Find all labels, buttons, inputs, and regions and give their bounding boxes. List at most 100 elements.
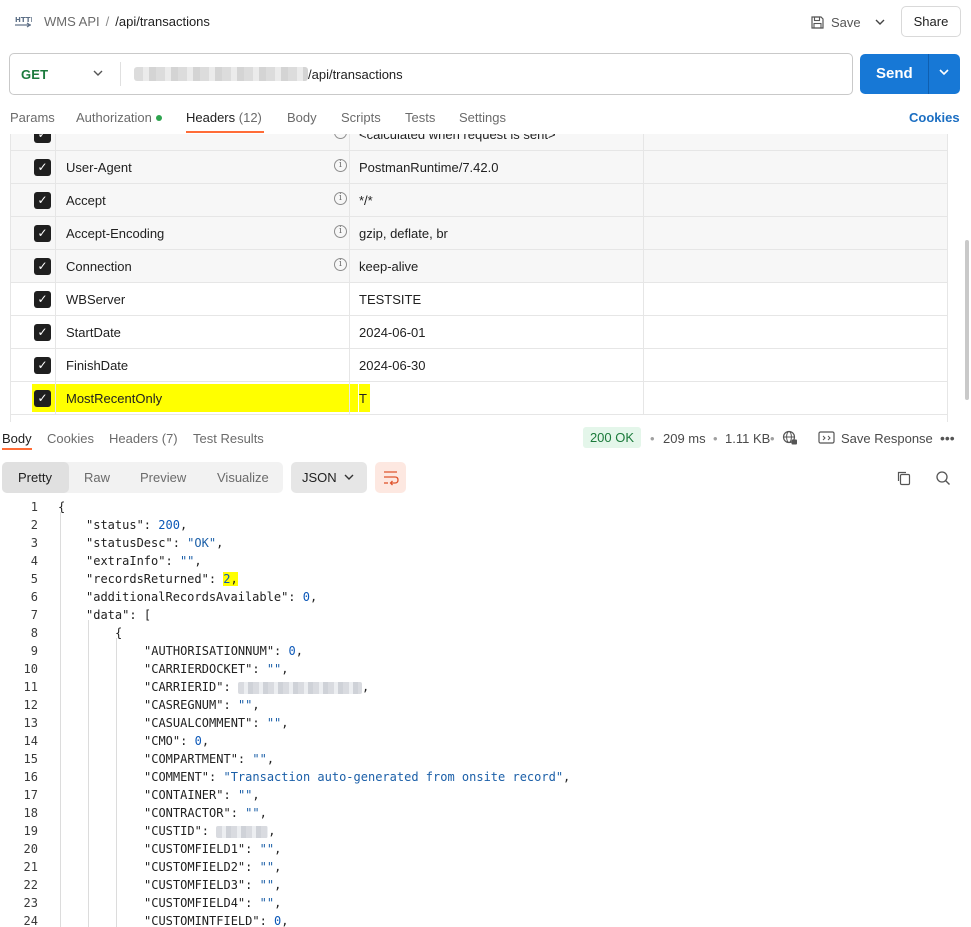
json-punct: ,: [274, 842, 282, 856]
breadcrumb: WMS API / /api/transactions: [44, 14, 210, 29]
json-key: "CUSTOMINTFIELD": [144, 914, 260, 927]
tab-headers[interactable]: Headers (12): [186, 110, 262, 125]
json-punct: :: [252, 662, 267, 676]
response-tabs: Body Cookies Headers (7) Test Results 20…: [0, 427, 971, 450]
response-time[interactable]: 209 ms: [663, 431, 706, 446]
info-icon[interactable]: i: [334, 258, 347, 271]
info-icon[interactable]: i: [334, 192, 347, 205]
format-select[interactable]: JSON: [291, 462, 367, 493]
wrap-lines-button[interactable]: [375, 462, 406, 493]
header-key[interactable]: MostRecentOnly: [66, 391, 162, 406]
json-punct: ,: [274, 860, 282, 874]
copy-icon[interactable]: [896, 470, 912, 486]
json-punct: ,: [216, 536, 224, 550]
header-key[interactable]: FinishDate: [66, 358, 128, 373]
response-tab-body[interactable]: Body: [2, 431, 32, 446]
view-raw-button[interactable]: Raw: [84, 470, 110, 485]
header-value[interactable]: */*: [359, 193, 373, 208]
line-number: 5: [30, 572, 38, 586]
response-size[interactable]: 1.11 KB: [725, 431, 770, 446]
view-pretty-button[interactable]: Pretty: [18, 470, 52, 485]
json-key: "COMMENT": [144, 770, 210, 784]
enabled-checkbox[interactable]: ✓: [34, 159, 51, 176]
enabled-checkbox[interactable]: ✓: [34, 258, 51, 275]
search-icon[interactable]: [935, 470, 951, 486]
json-punct: :: [209, 770, 224, 784]
response-tab-cookies[interactable]: Cookies: [47, 431, 94, 446]
tab-body[interactable]: Body: [287, 110, 317, 125]
tab-settings[interactable]: Settings: [459, 110, 506, 125]
tab-authorization[interactable]: Authorization: [76, 110, 162, 125]
header-value[interactable]: PostmanRuntime/7.42.0: [359, 160, 498, 175]
enabled-checkbox[interactable]: ✓: [34, 225, 51, 242]
header-key[interactable]: StartDate: [66, 325, 121, 340]
value-cell: TESTSITE: [350, 283, 644, 315]
response-body-code[interactable]: 1{2 "status": 200, 3 "statusDesc": "OK", 4 "e…: [0, 498, 971, 927]
send-options-chevron-down-icon[interactable]: [937, 65, 951, 79]
json-punct: :: [245, 896, 260, 910]
header-value[interactable]: <calculated when request is sent>: [359, 134, 556, 142]
json-key: "CUSTID": [144, 824, 202, 838]
send-button[interactable]: Send: [860, 54, 960, 94]
code-line: 24 "CUSTOMINTFIELD": 0,: [0, 912, 971, 927]
scrollbar[interactable]: [965, 240, 969, 400]
url-redacted-host[interactable]: [134, 67, 308, 81]
header-key[interactable]: User-Agent: [66, 160, 132, 175]
header-value[interactable]: gzip, deflate, br: [359, 226, 448, 241]
http-method-select[interactable]: GET: [21, 67, 48, 82]
tab-tests[interactable]: Tests: [405, 110, 435, 125]
method-chevron-down-icon[interactable]: [92, 67, 104, 82]
enabled-checkbox[interactable]: ✓: [34, 324, 51, 341]
save-options-chevron-icon[interactable]: [872, 14, 888, 30]
line-number: 22: [23, 878, 38, 892]
save-button[interactable]: Save: [810, 10, 861, 34]
tab-scripts[interactable]: Scripts: [341, 110, 381, 125]
view-visualize-button[interactable]: Visualize: [217, 470, 269, 485]
breadcrumb-collection[interactable]: WMS API: [44, 14, 100, 29]
header-key[interactable]: Accept: [66, 193, 106, 208]
enabled-checkbox[interactable]: ✓: [34, 192, 51, 209]
json-value: 0: [302, 590, 310, 604]
tab-params[interactable]: Params: [10, 110, 55, 125]
table-row-partial: ✓ i <calculated when request is sent>: [11, 134, 947, 151]
enabled-checkbox[interactable]: ✓: [34, 291, 51, 308]
enabled-checkbox[interactable]: ✓: [34, 357, 51, 374]
svg-text:HTTP: HTTP: [15, 16, 32, 24]
network-globe-icon[interactable]: [782, 430, 798, 446]
header-value[interactable]: T: [359, 391, 367, 406]
format-select-value: JSON: [302, 470, 337, 485]
json-punct: ,: [259, 806, 267, 820]
status-badge[interactable]: 200 OK: [583, 427, 641, 448]
json-punct: :: [274, 644, 289, 658]
info-icon[interactable]: i: [334, 159, 347, 172]
enabled-checkbox[interactable]: ✓: [34, 390, 51, 407]
code-text: "CUSTOMFIELD2": "",: [144, 860, 281, 874]
json-punct: [: [143, 608, 152, 622]
header-value[interactable]: 2024-06-30: [359, 358, 426, 373]
wrap-lines-icon: [384, 471, 399, 486]
header-key[interactable]: Accept-Encoding: [66, 226, 164, 241]
response-tab-test-results[interactable]: Test Results: [193, 431, 264, 446]
send-label: Send: [876, 65, 913, 82]
view-preview-button[interactable]: Preview: [140, 470, 186, 485]
header-value[interactable]: 2024-06-01: [359, 325, 426, 340]
json-key: "CASREGNUM": [144, 698, 224, 712]
info-icon[interactable]: i: [334, 134, 347, 139]
json-punct: ,: [281, 914, 289, 927]
header-value[interactable]: keep-alive: [359, 259, 418, 274]
breadcrumb-request-name[interactable]: /api/transactions: [115, 14, 210, 29]
cookies-link[interactable]: Cookies: [909, 110, 960, 125]
header-key[interactable]: WBServer: [66, 292, 125, 307]
enabled-checkbox[interactable]: ✓: [34, 134, 51, 143]
header-key[interactable]: Connection: [66, 259, 132, 274]
header-value[interactable]: TESTSITE: [359, 292, 421, 307]
save-response-button[interactable]: Save Response: [841, 431, 933, 446]
more-options-icon[interactable]: •••: [940, 430, 955, 446]
json-punct: :: [245, 878, 260, 892]
share-button[interactable]: Share: [901, 6, 961, 37]
info-icon[interactable]: i: [334, 225, 347, 238]
line-number: 3: [30, 536, 38, 550]
json-value: "": [179, 554, 195, 568]
response-tab-headers[interactable]: Headers (7): [109, 431, 178, 446]
url-input[interactable]: /api/transactions: [308, 67, 403, 82]
